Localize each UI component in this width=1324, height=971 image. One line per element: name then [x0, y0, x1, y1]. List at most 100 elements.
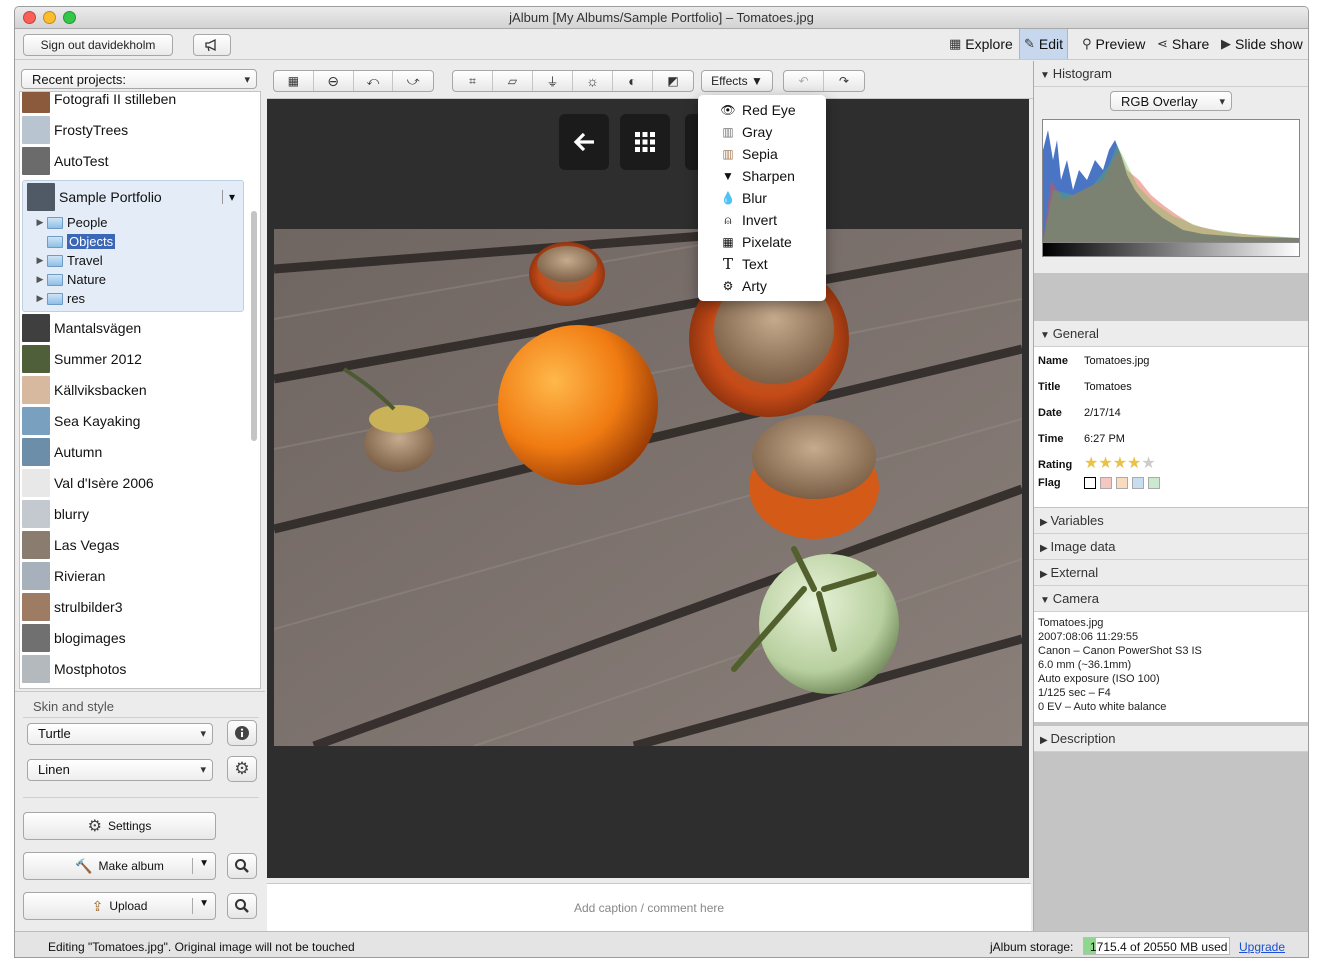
project-item[interactable]: Autumn	[20, 436, 252, 467]
effect-blur[interactable]: 💧 Blur	[698, 187, 826, 209]
straighten-button[interactable]: ▱	[493, 71, 533, 91]
star-icon[interactable]: ★	[1113, 455, 1127, 472]
recent-projects-select[interactable]: Recent projects:	[21, 69, 257, 90]
project-item[interactable]: blurry	[20, 498, 252, 529]
chevron-down-icon[interactable]: ▾	[221, 189, 235, 204]
folder-nature[interactable]: ▶ Nature	[33, 270, 107, 289]
project-item[interactable]: Summer 2012	[20, 343, 252, 374]
remove-button[interactable]: ⊖	[314, 71, 354, 91]
settings-button[interactable]: ⚙ Settings	[23, 812, 216, 840]
flag-swatch[interactable]	[1084, 477, 1096, 490]
disclosure-triangle-icon[interactable]: ▶	[33, 274, 47, 285]
project-item[interactable]: AutoTest	[20, 145, 252, 176]
star-icon[interactable]: ★	[1084, 455, 1098, 472]
project-item[interactable]: blogimages	[20, 622, 252, 653]
rotate-right-button[interactable]: ⤻	[393, 71, 433, 91]
camera-header[interactable]: ▼ Camera	[1034, 586, 1308, 612]
disclosure-triangle-icon[interactable]: ▶	[33, 293, 47, 304]
effect-arty[interactable]: ⚙ Arty	[698, 275, 826, 297]
nav-share[interactable]: ⋖ Share	[1153, 29, 1213, 59]
project-item[interactable]: Källviksbacken	[20, 374, 252, 405]
project-item[interactable]: Val d'Isère 2006	[20, 467, 252, 498]
field-value[interactable]: Tomatoes.jpg	[1084, 355, 1149, 367]
effect-pixelate[interactable]: ▦ Pixelate	[698, 231, 826, 253]
flag-swatch[interactable]	[1100, 477, 1112, 490]
flag-swatch[interactable]	[1132, 477, 1144, 490]
effects-button[interactable]: Effects ▼	[701, 70, 773, 92]
effect-gray[interactable]: ▥ Gray	[698, 121, 826, 143]
image-canvas[interactable]	[267, 99, 1029, 878]
upgrade-link[interactable]: Upgrade	[1239, 940, 1285, 954]
contrast-button[interactable]: ◐	[613, 71, 653, 91]
effect-sharpen[interactable]: ▼ Sharpen	[698, 165, 826, 187]
lens-correction-button[interactable]: ⏚	[533, 71, 573, 91]
general-header[interactable]: ▼ General	[1034, 321, 1308, 347]
disclosure-triangle-icon[interactable]: ▶	[33, 217, 47, 228]
folder-res[interactable]: ▶ res	[33, 289, 86, 308]
sign-out-button[interactable]: Sign out davidekholm	[23, 34, 173, 56]
nav-preview[interactable]: ⚲ Preview	[1078, 29, 1149, 59]
skin-info-button[interactable]	[227, 720, 257, 746]
undo-button[interactable]: ↶	[784, 71, 824, 91]
next-button[interactable]	[685, 114, 699, 170]
project-item[interactable]: Mantalsvägen	[20, 312, 252, 343]
nav-explore[interactable]: ▦ Explore	[945, 29, 1017, 59]
project-item[interactable]: Fotografi II stilleben	[20, 92, 252, 114]
project-item[interactable]: Rivieran	[20, 560, 252, 591]
project-item[interactable]: Sea Kayaking	[20, 405, 252, 436]
project-item[interactable]: Las Vegas	[20, 529, 252, 560]
rotate-left-button[interactable]: ⤺	[354, 71, 394, 91]
project-item[interactable]: Mostphotos	[20, 653, 252, 684]
make-album-button[interactable]: 🔨 Make album ▼	[23, 852, 216, 880]
star-icon[interactable]: ★	[1098, 455, 1112, 472]
make-album-dropdown-icon[interactable]: ▼	[199, 858, 209, 869]
grid-view-button[interactable]	[620, 114, 670, 170]
star-icon[interactable]: ★	[1141, 455, 1155, 472]
folder-objects[interactable]: Objects	[33, 232, 116, 251]
current-project-item[interactable]: Sample Portfolio ▾	[25, 181, 243, 212]
effect-red-eye[interactable]: 👁 Red Eye	[698, 99, 826, 121]
flag-swatch[interactable]	[1148, 477, 1160, 490]
announce-button[interactable]	[193, 34, 231, 56]
back-button[interactable]	[559, 114, 609, 170]
project-list-scrollbar[interactable]	[251, 211, 257, 441]
section-external-header[interactable]: ▶ External	[1034, 560, 1308, 586]
crop-button[interactable]: ⌗	[453, 71, 493, 91]
style-settings-button[interactable]: ⚙	[227, 756, 257, 782]
project-item[interactable]: strulbilder3	[20, 591, 252, 622]
project-item[interactable]: FrostyTrees	[20, 114, 252, 145]
preview-album-button[interactable]	[227, 853, 257, 879]
search-button[interactable]	[227, 893, 257, 919]
skin-select[interactable]: Turtle	[27, 723, 213, 745]
project-list[interactable]: Fotografi II stilleben FrostyTrees AutoTes…	[19, 91, 261, 689]
field-value[interactable]: 2/17/14	[1084, 407, 1121, 419]
effect-text[interactable]: T Text	[698, 253, 826, 275]
folder-travel[interactable]: ▶ Travel	[33, 251, 103, 270]
histogram-header[interactable]: ▼ Histogram	[1034, 61, 1308, 87]
star-icon[interactable]: ★	[1127, 455, 1141, 472]
flag-swatch[interactable]	[1116, 477, 1128, 490]
zoom-window-button[interactable]	[63, 11, 76, 24]
nav-slide-show[interactable]: ▶ Slide show	[1217, 29, 1307, 59]
effect-sepia[interactable]: ▥ Sepia	[698, 143, 826, 165]
effect-invert[interactable]: ⍝ Invert	[698, 209, 826, 231]
field-value[interactable]: 6:27 PM	[1084, 433, 1125, 445]
disclosure-triangle-icon[interactable]: ▶	[33, 255, 47, 266]
description-header[interactable]: ▶ Description	[1034, 726, 1308, 752]
section-variables-header[interactable]: ▶ Variables	[1034, 508, 1308, 534]
nav-edit[interactable]: ✎ Edit	[1019, 29, 1069, 59]
upload-button[interactable]: ⇪ Upload ▼	[23, 892, 216, 920]
upload-dropdown-icon[interactable]: ▼	[199, 898, 209, 909]
caption-field[interactable]: Add caption / comment here	[267, 883, 1031, 931]
brightness-button[interactable]: ☼	[573, 71, 613, 91]
field-value[interactable]: Tomatoes	[1084, 381, 1132, 393]
levels-button[interactable]: ◩	[653, 71, 693, 91]
close-window-button[interactable]	[23, 11, 36, 24]
histogram-mode-select[interactable]: RGB Overlay	[1110, 91, 1232, 112]
minimize-window-button[interactable]	[43, 11, 56, 24]
thumbnails-button[interactable]: ▦	[274, 71, 314, 91]
redo-button[interactable]: ↷	[824, 71, 864, 91]
style-select[interactable]: Linen	[27, 759, 213, 781]
section-image-data-header[interactable]: ▶ Image data	[1034, 534, 1308, 560]
folder-people[interactable]: ▶ People	[33, 213, 108, 232]
